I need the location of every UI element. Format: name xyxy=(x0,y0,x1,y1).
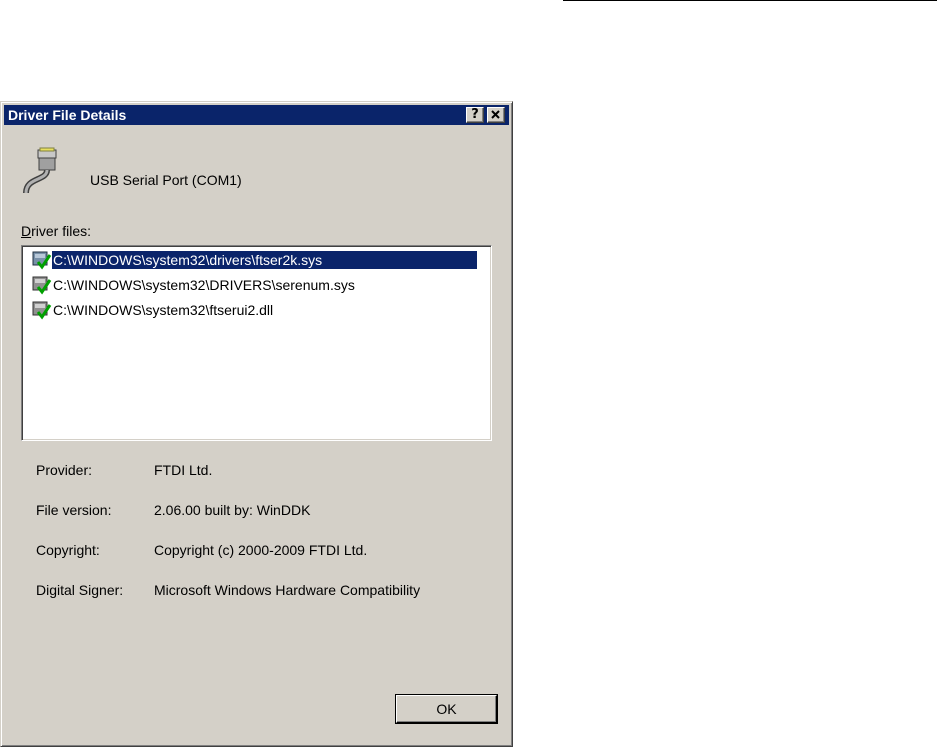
signed-driver-icon xyxy=(32,301,52,320)
close-button[interactable] xyxy=(487,107,505,123)
driver-file-details-dialog: Driver File Details ? USB Serial Port (C… xyxy=(0,101,513,747)
signed-driver-icon xyxy=(32,251,52,270)
file-path: C:\WINDOWS\system32\DRIVERS\serenum.sys xyxy=(53,277,355,293)
close-icon xyxy=(491,110,500,119)
title-bar[interactable]: Driver File Details ? xyxy=(4,105,509,125)
help-button[interactable]: ? xyxy=(466,107,484,123)
file-version-label: File version: xyxy=(36,502,112,518)
driver-files-label: Driver files: xyxy=(21,223,91,239)
digital-signer-label: Digital Signer: xyxy=(36,582,124,598)
digital-signer-value: Microsoft Windows Hardware Compatibility xyxy=(154,582,421,598)
driver-files-label-rest: river files: xyxy=(31,223,92,239)
copyright-value: Copyright (c) 2000-2009 FTDI Ltd. xyxy=(154,542,368,558)
ok-button[interactable]: OK xyxy=(396,695,497,723)
device-name: USB Serial Port (COM1) xyxy=(90,172,242,188)
serial-port-icon xyxy=(23,147,57,194)
list-item[interactable]: C:\WINDOWS\system32\DRIVERS\serenum.sys xyxy=(31,274,357,296)
file-path: C:\WINDOWS\system32\drivers\ftser2k.sys xyxy=(52,251,477,269)
driver-files-label-accel: D xyxy=(21,223,32,239)
file-version-value: 2.06.00 built by: WinDDK xyxy=(154,502,311,518)
provider-value: FTDI Ltd. xyxy=(154,462,213,478)
driver-files-list[interactable]: C:\WINDOWS\system32\drivers\ftser2k.sys … xyxy=(21,245,492,441)
signed-driver-icon xyxy=(32,276,52,295)
provider-label: Provider: xyxy=(36,462,93,478)
top-divider-line xyxy=(563,0,937,1)
file-path: C:\WINDOWS\system32\ftserui2.dll xyxy=(53,302,274,318)
copyright-label: Copyright: xyxy=(36,542,100,558)
list-item[interactable]: C:\WINDOWS\system32\drivers\ftser2k.sys xyxy=(31,249,477,271)
list-item[interactable]: C:\WINDOWS\system32\ftserui2.dll xyxy=(31,299,275,321)
window-title: Driver File Details xyxy=(8,107,127,123)
